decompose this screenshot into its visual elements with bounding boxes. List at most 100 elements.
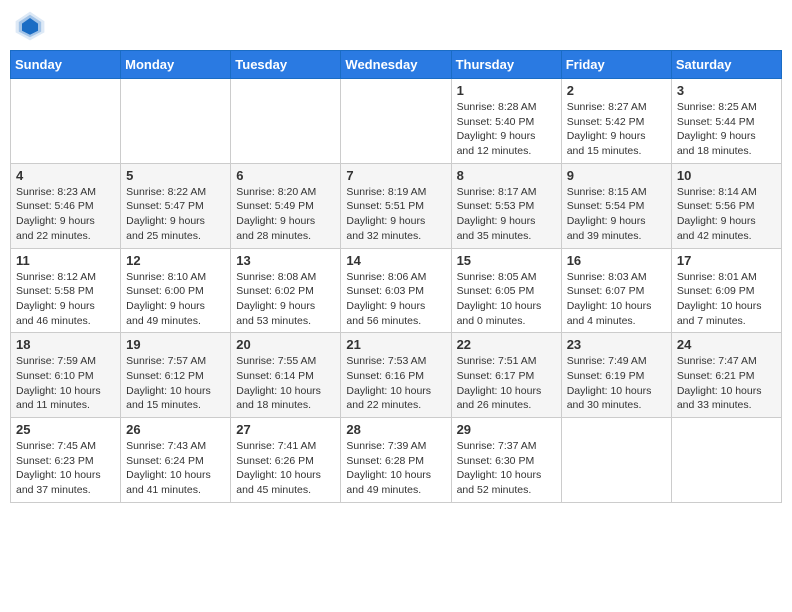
- day-cell: 22 Sunrise: 7:51 AM Sunset: 6:17 PM Dayli…: [451, 333, 561, 418]
- day-cell: 12Sunrise: 8:10 AM Sunset: 6:00 PM Dayli…: [121, 248, 231, 333]
- day-info: Sunrise: 7:41 AM Sunset: 6:26 PM Dayligh…: [236, 439, 335, 498]
- day-number: 5: [126, 168, 225, 183]
- day-number: 27: [236, 422, 335, 437]
- day-cell: 6Sunrise: 8:20 AM Sunset: 5:49 PM Daylig…: [231, 163, 341, 248]
- day-number: 17: [677, 253, 776, 268]
- calendar-table: SundayMondayTuesdayWednesdayThursdayFrid…: [10, 50, 782, 503]
- day-number: 24: [677, 337, 776, 352]
- week-row-1: 1 Sunrise: 8:28 AM Sunset: 5:40 PM Daylig…: [11, 79, 782, 164]
- day-info: Sunrise: 7:51 AM Sunset: 6:17 PM Dayligh…: [457, 354, 556, 413]
- logo: [14, 10, 50, 42]
- header-tuesday: Tuesday: [231, 51, 341, 79]
- day-cell: 26 Sunrise: 7:43 AM Sunset: 6:24 PM Dayli…: [121, 418, 231, 503]
- day-cell: 3 Sunrise: 8:25 AM Sunset: 5:44 PM Daylig…: [671, 79, 781, 164]
- day-cell: 5 Sunrise: 8:22 AM Sunset: 5:47 PM Daylig…: [121, 163, 231, 248]
- day-info: Sunrise: 8:15 AM Sunset: 5:54 PM Dayligh…: [567, 185, 666, 244]
- week-row-2: 4 Sunrise: 8:23 AM Sunset: 5:46 PM Daylig…: [11, 163, 782, 248]
- day-info: Sunrise: 8:12 AM Sunset: 5:58 PM Dayligh…: [16, 270, 115, 329]
- day-number: 2: [567, 83, 666, 98]
- header-monday: Monday: [121, 51, 231, 79]
- day-cell: 25 Sunrise: 7:45 AM Sunset: 6:23 PM Dayli…: [11, 418, 121, 503]
- day-number: 9: [567, 168, 666, 183]
- day-cell: 11 Sunrise: 8:12 AM Sunset: 5:58 PM Dayli…: [11, 248, 121, 333]
- day-number: 8: [457, 168, 556, 183]
- day-cell: 9 Sunrise: 8:15 AM Sunset: 5:54 PM Daylig…: [561, 163, 671, 248]
- day-cell: 24Sunrise: 7:47 AM Sunset: 6:21 PM Dayli…: [671, 333, 781, 418]
- day-info: Sunrise: 7:43 AM Sunset: 6:24 PM Dayligh…: [126, 439, 225, 498]
- day-cell: 21 Sunrise: 7:53 AM Sunset: 6:16 PM Dayli…: [341, 333, 451, 418]
- day-info: Sunrise: 8:05 AM Sunset: 6:05 PM Dayligh…: [457, 270, 556, 329]
- day-info: Sunrise: 7:49 AM Sunset: 6:19 PM Dayligh…: [567, 354, 666, 413]
- day-number: 10: [677, 168, 776, 183]
- day-info: Sunrise: 8:14 AM Sunset: 5:56 PM Dayligh…: [677, 185, 776, 244]
- day-info: Sunrise: 8:25 AM Sunset: 5:44 PM Dayligh…: [677, 100, 776, 159]
- day-cell: 29 Sunrise: 7:37 AM Sunset: 6:30 PM Dayli…: [451, 418, 561, 503]
- day-cell: 28Sunrise: 7:39 AM Sunset: 6:28 PM Dayli…: [341, 418, 451, 503]
- day-number: 28: [346, 422, 445, 437]
- day-info: Sunrise: 8:17 AM Sunset: 5:53 PM Dayligh…: [457, 185, 556, 244]
- calendar-header-row: SundayMondayTuesdayWednesdayThursdayFrid…: [11, 51, 782, 79]
- day-number: 15: [457, 253, 556, 268]
- day-cell: 4 Sunrise: 8:23 AM Sunset: 5:46 PM Daylig…: [11, 163, 121, 248]
- day-number: 21: [346, 337, 445, 352]
- day-info: Sunrise: 8:19 AM Sunset: 5:51 PM Dayligh…: [346, 185, 445, 244]
- page-header: [10, 10, 782, 42]
- day-info: Sunrise: 7:37 AM Sunset: 6:30 PM Dayligh…: [457, 439, 556, 498]
- day-cell: 15 Sunrise: 8:05 AM Sunset: 6:05 PM Dayli…: [451, 248, 561, 333]
- day-number: 29: [457, 422, 556, 437]
- day-info: Sunrise: 8:23 AM Sunset: 5:46 PM Dayligh…: [16, 185, 115, 244]
- week-row-3: 11 Sunrise: 8:12 AM Sunset: 5:58 PM Dayli…: [11, 248, 782, 333]
- day-number: 14: [346, 253, 445, 268]
- day-info: Sunrise: 7:55 AM Sunset: 6:14 PM Dayligh…: [236, 354, 335, 413]
- day-cell: [231, 79, 341, 164]
- day-cell: 14 Sunrise: 8:06 AM Sunset: 6:03 PM Dayli…: [341, 248, 451, 333]
- day-number: 25: [16, 422, 115, 437]
- day-number: 13: [236, 253, 335, 268]
- day-number: 18: [16, 337, 115, 352]
- day-cell: [341, 79, 451, 164]
- day-cell: 10 Sunrise: 8:14 AM Sunset: 5:56 PM Dayli…: [671, 163, 781, 248]
- week-row-4: 18 Sunrise: 7:59 AM Sunset: 6:10 PM Dayli…: [11, 333, 782, 418]
- day-cell: 13 Sunrise: 8:08 AM Sunset: 6:02 PM Dayli…: [231, 248, 341, 333]
- day-info: Sunrise: 8:06 AM Sunset: 6:03 PM Dayligh…: [346, 270, 445, 329]
- day-number: 3: [677, 83, 776, 98]
- day-number: 1: [457, 83, 556, 98]
- day-info: Sunrise: 8:28 AM Sunset: 5:40 PM Dayligh…: [457, 100, 556, 159]
- day-info: Sunrise: 8:03 AM Sunset: 6:07 PM Dayligh…: [567, 270, 666, 329]
- day-cell: 17 Sunrise: 8:01 AM Sunset: 6:09 PM Dayli…: [671, 248, 781, 333]
- day-cell: 20 Sunrise: 7:55 AM Sunset: 6:14 PM Dayli…: [231, 333, 341, 418]
- header-saturday: Saturday: [671, 51, 781, 79]
- day-cell: [671, 418, 781, 503]
- day-info: Sunrise: 7:45 AM Sunset: 6:23 PM Dayligh…: [16, 439, 115, 498]
- day-number: 11: [16, 253, 115, 268]
- day-number: 4: [16, 168, 115, 183]
- day-cell: 16 Sunrise: 8:03 AM Sunset: 6:07 PM Dayli…: [561, 248, 671, 333]
- day-cell: 2 Sunrise: 8:27 AM Sunset: 5:42 PM Daylig…: [561, 79, 671, 164]
- day-number: 12: [126, 253, 225, 268]
- day-number: 26: [126, 422, 225, 437]
- header-thursday: Thursday: [451, 51, 561, 79]
- day-number: 20: [236, 337, 335, 352]
- day-info: Sunrise: 7:57 AM Sunset: 6:12 PM Dayligh…: [126, 354, 225, 413]
- day-info: Sunrise: 7:59 AM Sunset: 6:10 PM Dayligh…: [16, 354, 115, 413]
- week-row-5: 25 Sunrise: 7:45 AM Sunset: 6:23 PM Dayli…: [11, 418, 782, 503]
- day-info: Sunrise: 8:01 AM Sunset: 6:09 PM Dayligh…: [677, 270, 776, 329]
- day-info: Sunrise: 8:08 AM Sunset: 6:02 PM Dayligh…: [236, 270, 335, 329]
- day-number: 22: [457, 337, 556, 352]
- day-cell: 18 Sunrise: 7:59 AM Sunset: 6:10 PM Dayli…: [11, 333, 121, 418]
- day-cell: 7 Sunrise: 8:19 AM Sunset: 5:51 PM Daylig…: [341, 163, 451, 248]
- header-friday: Friday: [561, 51, 671, 79]
- day-number: 23: [567, 337, 666, 352]
- day-info: Sunrise: 8:22 AM Sunset: 5:47 PM Dayligh…: [126, 185, 225, 244]
- day-cell: 19 Sunrise: 7:57 AM Sunset: 6:12 PM Dayli…: [121, 333, 231, 418]
- day-number: 16: [567, 253, 666, 268]
- day-number: 6: [236, 168, 335, 183]
- day-cell: [561, 418, 671, 503]
- day-number: 19: [126, 337, 225, 352]
- day-cell: 1 Sunrise: 8:28 AM Sunset: 5:40 PM Daylig…: [451, 79, 561, 164]
- day-number: 7: [346, 168, 445, 183]
- day-cell: 23 Sunrise: 7:49 AM Sunset: 6:19 PM Dayli…: [561, 333, 671, 418]
- day-info: Sunrise: 8:27 AM Sunset: 5:42 PM Dayligh…: [567, 100, 666, 159]
- logo-icon: [14, 10, 46, 42]
- day-info: Sunrise: 7:53 AM Sunset: 6:16 PM Dayligh…: [346, 354, 445, 413]
